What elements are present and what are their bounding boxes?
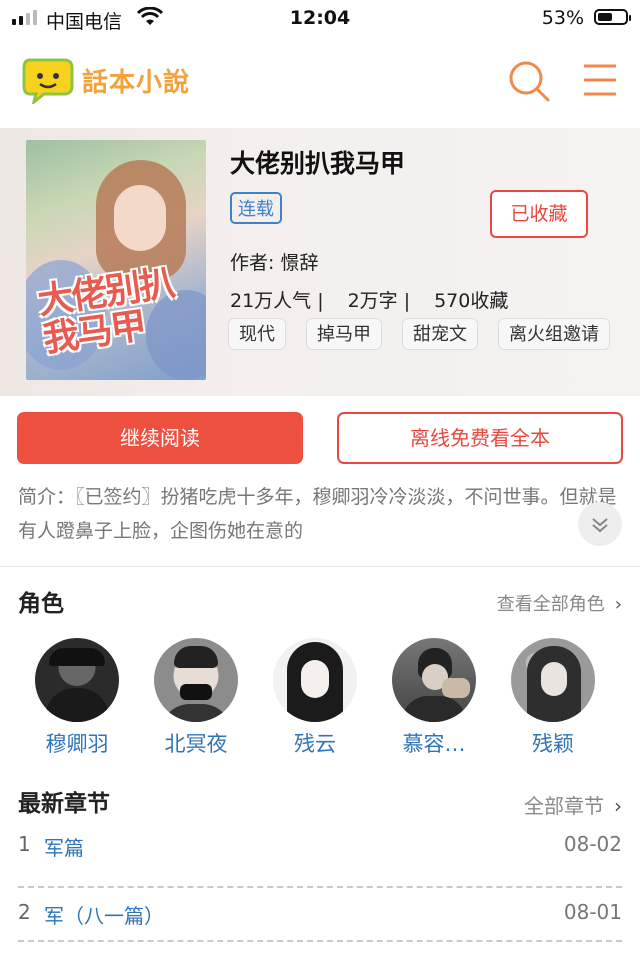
role-name: 残颖 — [532, 732, 574, 756]
chapter-date: 08-02 — [563, 832, 622, 856]
continue-reading-button[interactable]: 继续阅读 — [17, 412, 303, 464]
role-item[interactable]: 穆卿羽 — [22, 638, 132, 758]
popularity-stat: 21万人气 — [230, 290, 312, 312]
book-intro: 简介：〖已签约〗扮猪吃虎十多年，穆卿羽冷冷淡淡，不问世事。但就是有人蹬鼻子上脸，… — [18, 486, 617, 542]
app-header: 話本小說 — [0, 36, 640, 128]
search-icon[interactable] — [506, 58, 552, 104]
role-avatar — [154, 638, 238, 722]
battery-percent: 53% — [541, 7, 584, 29]
action-bar: 继续阅读 离线免费看全本 — [0, 412, 640, 466]
collect-button[interactable]: 已收藏 — [490, 190, 588, 238]
chapter-title: 军（八一篇） — [44, 904, 164, 928]
word-count-stat: 2万字 — [347, 290, 398, 312]
all-chapters-label: 全部章节 — [524, 794, 604, 818]
tag-chip[interactable]: 掉马甲 — [306, 318, 382, 350]
chat-bubble-logo-icon — [22, 58, 74, 104]
role-list: 穆卿羽 北冥夜 残云 慕容… 残颖 — [0, 638, 640, 758]
chapter-date: 08-01 — [563, 900, 622, 924]
status-bar: 中国电信 12:04 53% — [0, 0, 640, 36]
role-avatar — [511, 638, 595, 722]
tag-chip[interactable]: 离火组邀请 — [498, 318, 610, 350]
book-info: 大佬别扒我马甲 大佬别扒我马甲 连载 已收藏 作者: 憬辞 21万人气 | 2万字 |… — [0, 128, 640, 396]
chapter-number: 1 — [18, 832, 31, 856]
section-divider — [0, 566, 640, 567]
chevron-right-icon: › — [614, 594, 622, 615]
role-avatar — [392, 638, 476, 722]
roles-section-title: 角色 — [18, 591, 64, 617]
role-item[interactable]: 残颖 — [498, 638, 608, 758]
status-badge: 连载 — [230, 192, 282, 224]
book-title: 大佬别扒我马甲 — [230, 149, 406, 178]
chevron-right-icon: › — [614, 794, 622, 818]
offline-read-button[interactable]: 离线免费看全本 — [337, 412, 623, 464]
all-chapters-link[interactable]: 全部章节 › — [524, 790, 622, 819]
tag-list: 现代 掉马甲 甜宠文 离火组邀请 — [228, 318, 630, 350]
view-all-roles-link[interactable]: 查看全部角色 › — [497, 590, 622, 616]
book-cover[interactable]: 大佬别扒我马甲 — [26, 140, 206, 380]
view-all-roles-label: 查看全部角色 — [496, 594, 605, 615]
role-name: 北冥夜 — [164, 732, 228, 756]
tag-chip[interactable]: 甜宠文 — [402, 318, 478, 350]
chapters-section-title: 最新章节 — [18, 791, 110, 817]
app-logo[interactable]: 話本小說 — [22, 56, 190, 104]
role-name: 慕容… — [402, 732, 466, 756]
role-name: 穆卿羽 — [45, 732, 109, 756]
role-item[interactable]: 慕容… — [379, 638, 489, 758]
menu-icon[interactable] — [582, 62, 618, 98]
chapter-title: 军篇 — [44, 836, 84, 860]
chapter-row[interactable]: 2 军（八一篇） 08-01 — [18, 894, 622, 942]
tag-chip[interactable]: 现代 — [228, 318, 286, 350]
role-avatar — [273, 638, 357, 722]
role-item[interactable]: 残云 — [260, 638, 370, 758]
role-avatar — [35, 638, 119, 722]
logo-text: 話本小說 — [82, 67, 191, 98]
collections-stat: 570收藏 — [434, 290, 509, 312]
expand-chevron-icon[interactable] — [578, 502, 622, 546]
chapter-row[interactable]: 1 军篇 08-02 — [18, 826, 622, 888]
role-item[interactable]: 北冥夜 — [141, 638, 251, 758]
battery-icon — [594, 9, 631, 25]
author-label[interactable]: 作者: 憬辞 — [230, 248, 318, 275]
book-stats: 21万人气 | 2万字 | 570收藏 — [230, 286, 508, 313]
role-name: 残云 — [294, 732, 336, 756]
chapter-number: 2 — [18, 900, 31, 924]
